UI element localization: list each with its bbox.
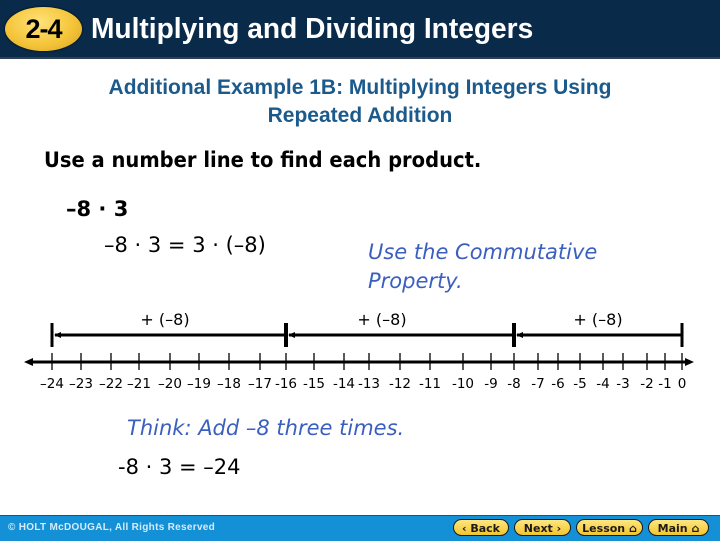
- tick-label: -3: [616, 376, 629, 392]
- tick-label: -8: [507, 376, 520, 392]
- tick-label: -4: [596, 376, 609, 392]
- next-button[interactable]: Next ›: [514, 519, 571, 536]
- lesson-number: 2-4: [25, 14, 62, 44]
- tick-label: -9: [484, 376, 497, 392]
- right-arrow-icon: [685, 358, 694, 366]
- example-heading-line2: Repeated Addition: [267, 104, 453, 127]
- tick-label: –18: [217, 376, 241, 392]
- tick-label: –24: [40, 376, 64, 392]
- tick-label: –20: [158, 376, 182, 392]
- page-title: Multiplying and Dividing Integers: [91, 13, 534, 45]
- left-arrow-icon: [24, 358, 33, 366]
- jump-label: + (–8): [140, 310, 189, 329]
- jump-label: + (–8): [573, 310, 622, 329]
- tick-label: -13: [358, 376, 380, 392]
- commutative-note-line1: Use the Commutative: [368, 240, 598, 264]
- tick-label: -11: [419, 376, 441, 392]
- jump-segment: + (–8): [50, 310, 288, 347]
- copyright-text: © HOLT McDOUGAL, All Rights Reserved: [8, 522, 216, 533]
- tick-label: -1: [658, 376, 671, 392]
- tick-label: –23: [69, 376, 93, 392]
- jump-label: + (–8): [357, 310, 406, 329]
- tick-label: -12: [389, 376, 411, 392]
- example-heading-line1: Additional Example 1B: Multiplying Integ…: [108, 76, 612, 99]
- tick-label: -6: [551, 376, 564, 392]
- jump-arrow-icon: [516, 332, 523, 338]
- tick-label: -16: [275, 376, 297, 392]
- number-line: + (–8) + (–8) + (–8) –24 –23 –22 –21 –20 –19 –18…: [24, 310, 694, 392]
- lesson-button[interactable]: Lesson ⌂: [576, 519, 643, 536]
- title-bar: 2-4 Multiplying and Dividing Integers: [0, 0, 720, 59]
- tick-label: -2: [640, 376, 653, 392]
- instruction-text: Use a number line to find each product.: [44, 148, 482, 172]
- result-equation: -8 · 3 = –24: [118, 455, 241, 479]
- commutative-note: Use the Commutative Property.: [368, 238, 668, 296]
- back-button[interactable]: ‹ Back: [453, 519, 509, 536]
- footer-bar: © HOLT McDOUGAL, All Rights Reserved ‹ B…: [0, 515, 720, 541]
- think-hint: Think: Add –8 three times.: [127, 416, 405, 440]
- jump-segment: + (–8): [512, 310, 684, 347]
- tick-label: –17: [248, 376, 272, 392]
- jump-arrow-icon: [54, 332, 61, 338]
- tick-label: -15: [303, 376, 325, 392]
- tick-label: -5: [573, 376, 586, 392]
- jump-arrow-icon: [288, 332, 295, 338]
- main-button[interactable]: Main ⌂: [648, 519, 709, 536]
- lesson-number-badge: 2-4: [5, 7, 82, 51]
- number-line-tick-labels: –24 –23 –22 –21 –20 –19 –18 –17 -16 -15 -14 -13 -12-…: [40, 376, 686, 392]
- tick-label: -7: [531, 376, 544, 392]
- tick-label: -10: [452, 376, 474, 392]
- tick-label: –19: [187, 376, 211, 392]
- tick-label: –21: [127, 376, 151, 392]
- commutative-note-line2: Property.: [368, 269, 463, 293]
- number-line-axis: [24, 358, 694, 366]
- jump-segment: + (–8): [284, 310, 516, 347]
- jump-segments: + (–8) + (–8) + (–8): [50, 310, 684, 347]
- tick-label: -14: [333, 376, 355, 392]
- tick-label: –22: [99, 376, 123, 392]
- commutative-equation: –8 · 3 = 3 · (–8): [104, 233, 266, 257]
- example-heading: Additional Example 1B: Multiplying Integ…: [0, 74, 720, 130]
- problem-expression: –8 · 3: [66, 197, 129, 221]
- tick-label: 0: [678, 376, 687, 392]
